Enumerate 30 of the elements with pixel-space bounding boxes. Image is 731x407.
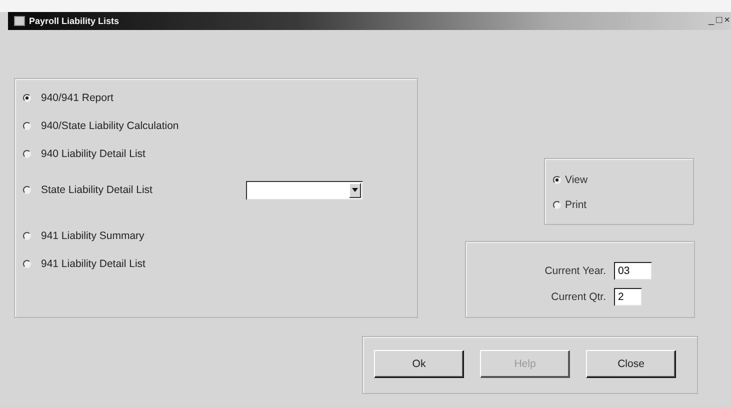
radio-button[interactable] [23,260,31,268]
option-label[interactable]: Print [565,198,587,210]
field-label: Current Qtr. [551,291,606,303]
option-label[interactable]: 941 Liability Detail List [41,258,246,270]
minimize-button[interactable]: _ [708,16,716,26]
radio-button[interactable] [23,94,31,102]
caret-icon [352,188,358,192]
radio-button[interactable] [23,232,31,240]
radio-button[interactable] [553,176,561,184]
window-title: Payroll Liability Lists [29,16,120,26]
input-field[interactable]: 03 [614,262,652,280]
app-icon [14,16,25,26]
input-field[interactable]: 2 [614,288,642,306]
radio-button[interactable] [23,186,31,194]
option-label[interactable]: State Liability Detail List [41,184,246,196]
option-label[interactable]: 940 Liability Detail List [41,148,246,160]
option-label[interactable]: 940/941 Report [41,92,246,104]
close-button[interactable]: × [723,16,731,26]
option-label[interactable]: 941 Liability Summary [41,230,246,242]
dropdown-button[interactable] [349,182,361,198]
field-label: Current Year. [544,265,606,277]
radio-button[interactable] [23,150,31,158]
dialog-button[interactable]: Ok [374,350,464,378]
dialog-button[interactable]: Close [586,350,676,378]
option-label[interactable]: 940/State Liability Calculation [41,120,246,132]
radio-button[interactable] [23,122,31,130]
option-label[interactable]: View [565,174,588,186]
radio-button[interactable] [553,200,561,208]
dropdown-field[interactable] [246,180,363,200]
maximize-button[interactable]: □ [715,16,724,26]
